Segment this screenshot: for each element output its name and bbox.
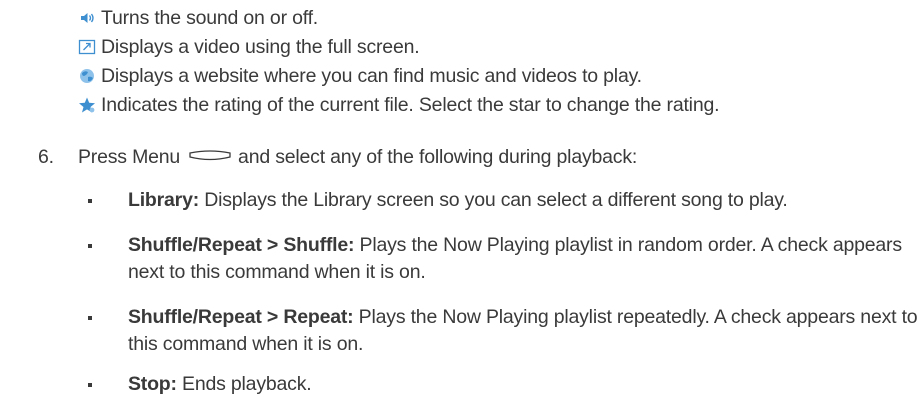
document-page: Turns the sound on or off. Displays a vi… xyxy=(0,0,918,396)
step-6: 6. Press Menu and select any of the foll… xyxy=(38,145,637,169)
bullet-term: Library: xyxy=(128,189,200,211)
icon-line-text: Displays a video using the full screen. xyxy=(101,35,420,58)
bullet-desc: Ends playback. xyxy=(176,373,312,395)
bullet-stop: Stop: Ends playback. xyxy=(128,371,918,398)
bullet-shuffle: Shuffle/Repeat > Shuffle: Plays the Now … xyxy=(128,232,918,286)
step-text-before: Press Menu xyxy=(78,145,181,168)
step-number: 6. xyxy=(38,145,54,168)
bullet-marker xyxy=(88,306,98,330)
speaker-icon xyxy=(81,13,94,23)
bullet-term: Stop: xyxy=(128,373,177,395)
menu-softkey-icon xyxy=(189,150,231,161)
bullet-marker xyxy=(88,373,98,397)
bullet-repeat: Shuffle/Repeat > Repeat: Plays the Now P… xyxy=(128,304,918,358)
bullet-desc: Displays the Library screen so you can s… xyxy=(199,189,788,211)
bullet-library: Library: Displays the Library screen so … xyxy=(128,187,918,214)
icon-line-website: Displays a website where you can find mu… xyxy=(78,64,642,88)
bullet-term: Shuffle/Repeat > Repeat: xyxy=(128,306,354,328)
fullscreen-icon xyxy=(78,39,96,55)
bullet-marker xyxy=(88,189,98,213)
icon-line-sound: Turns the sound on or off. xyxy=(78,6,318,30)
globe-icon xyxy=(80,69,94,83)
icon-line-fullscreen: Displays a video using the full screen. xyxy=(78,35,420,59)
star-icon xyxy=(79,97,95,113)
icon-line-text: Displays a website where you can find mu… xyxy=(101,64,642,87)
step-text-after: and select any of the following during p… xyxy=(238,145,638,168)
bullet-term: Shuffle/Repeat > Shuffle: xyxy=(128,234,355,256)
icon-line-text: Indicates the rating of the current file… xyxy=(101,93,720,116)
icon-line-text: Turns the sound on or off. xyxy=(101,6,319,29)
bullet-marker xyxy=(88,234,98,258)
icon-line-rating: Indicates the rating of the current file… xyxy=(78,93,720,117)
